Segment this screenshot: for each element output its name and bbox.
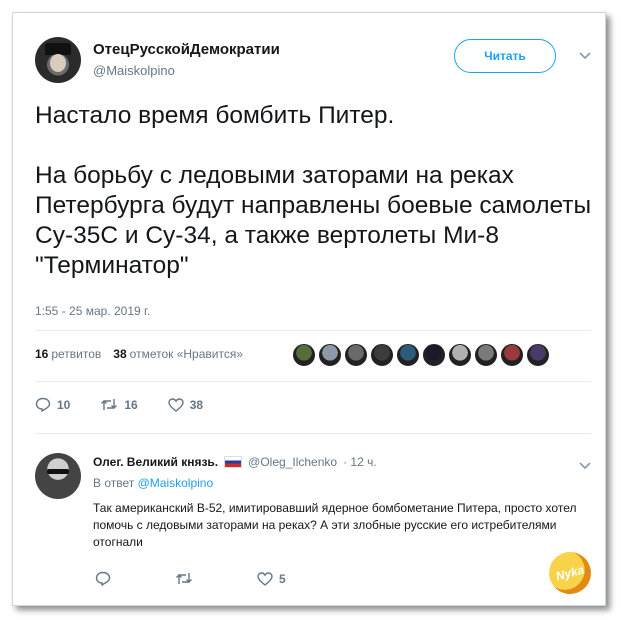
like-action[interactable]: 38 [168, 398, 203, 412]
liker-avatar[interactable] [396, 343, 420, 367]
liker-avatar[interactable] [318, 343, 342, 367]
author-handle[interactable]: @Maiskolpino [93, 63, 175, 78]
reply-count: 10 [57, 397, 71, 412]
liker-avatar[interactable] [344, 343, 368, 367]
like-action[interactable]: 5 [257, 572, 286, 586]
tweet-paragraph: Настало время бомбить Питер. [35, 102, 395, 129]
tweet-paragraph: На борьбу с ледовыми заторами на реках П… [35, 162, 592, 279]
reply-to-handle-link[interactable]: @Maiskolpino [138, 476, 214, 490]
liker-avatar[interactable] [500, 343, 524, 367]
liker-avatar[interactable] [448, 343, 472, 367]
retweets-count: 16 [35, 347, 49, 361]
retweet-action[interactable] [175, 572, 199, 585]
face-shape [50, 54, 66, 72]
tweet-timestamp[interactable]: 1:55 - 25 мар. 2019 г. [35, 304, 150, 318]
reply-actions: 5 [95, 571, 316, 586]
likes-count: 38 [113, 347, 127, 361]
reply-action[interactable] [95, 571, 117, 586]
retweet-icon [176, 573, 192, 584]
reply-action[interactable]: 10 [35, 397, 70, 412]
reply-author-avatar[interactable] [35, 453, 81, 499]
likes-label: отметок «Нравится» [129, 347, 244, 361]
tweet-actions: 10 16 38 [35, 397, 233, 412]
russia-flag-icon [224, 456, 243, 468]
reply-to-line: В ответ @Maiskolpino [93, 476, 213, 490]
reply-text: Так американский B-52, имитировавший яде… [93, 501, 577, 549]
divider [35, 381, 591, 382]
tweet-stats: 16 ретвитов 38 отметок «Нравится» [35, 347, 243, 361]
divider [35, 433, 591, 434]
liker-avatar[interactable] [474, 343, 498, 367]
glasses-shape [47, 469, 69, 474]
liker-avatars [292, 343, 550, 367]
follow-button[interactable]: Читать [454, 39, 556, 73]
reply-icon [35, 397, 51, 412]
author-avatar[interactable] [35, 37, 81, 83]
liker-avatar[interactable] [526, 343, 550, 367]
retweet-action[interactable]: 16 [100, 397, 138, 412]
likes-stat[interactable]: 38 отметок «Нравится» [113, 347, 243, 361]
reply-like-count: 5 [279, 571, 286, 586]
retweets-label: ретвитов [51, 347, 102, 361]
chevron-down-icon[interactable] [579, 459, 591, 473]
retweet-icon [101, 399, 118, 410]
reply-header: Олег. Великий князь. @Oleg_Ilchenko · 12… [93, 455, 377, 469]
reply-time[interactable]: · 12 ч. [343, 455, 377, 469]
author-name[interactable]: ОтецРусскойДемократии [93, 41, 280, 58]
liker-avatar[interactable] [370, 343, 394, 367]
liker-avatar[interactable] [292, 343, 316, 367]
liker-avatar[interactable] [422, 343, 446, 367]
like-count: 38 [189, 397, 204, 412]
heart-icon [257, 571, 273, 586]
reply-author-handle[interactable]: @Oleg_Ilchenko [248, 455, 337, 469]
tweet-text: Настало время бомбить Питер. На борьбу с… [35, 101, 595, 281]
reply-author-name[interactable]: Олег. Великий князь. [93, 455, 218, 469]
retweet-count: 16 [124, 397, 138, 412]
heart-icon [168, 397, 184, 412]
reply-icon [95, 571, 111, 586]
reply-to-prefix: В ответ [93, 476, 135, 490]
chevron-down-icon[interactable] [579, 49, 591, 63]
tweet-card: ОтецРусскойДемократии @Maiskolpino Читат… [12, 12, 606, 606]
divider [35, 330, 591, 331]
retweets-stat[interactable]: 16 ретвитов [35, 347, 101, 361]
